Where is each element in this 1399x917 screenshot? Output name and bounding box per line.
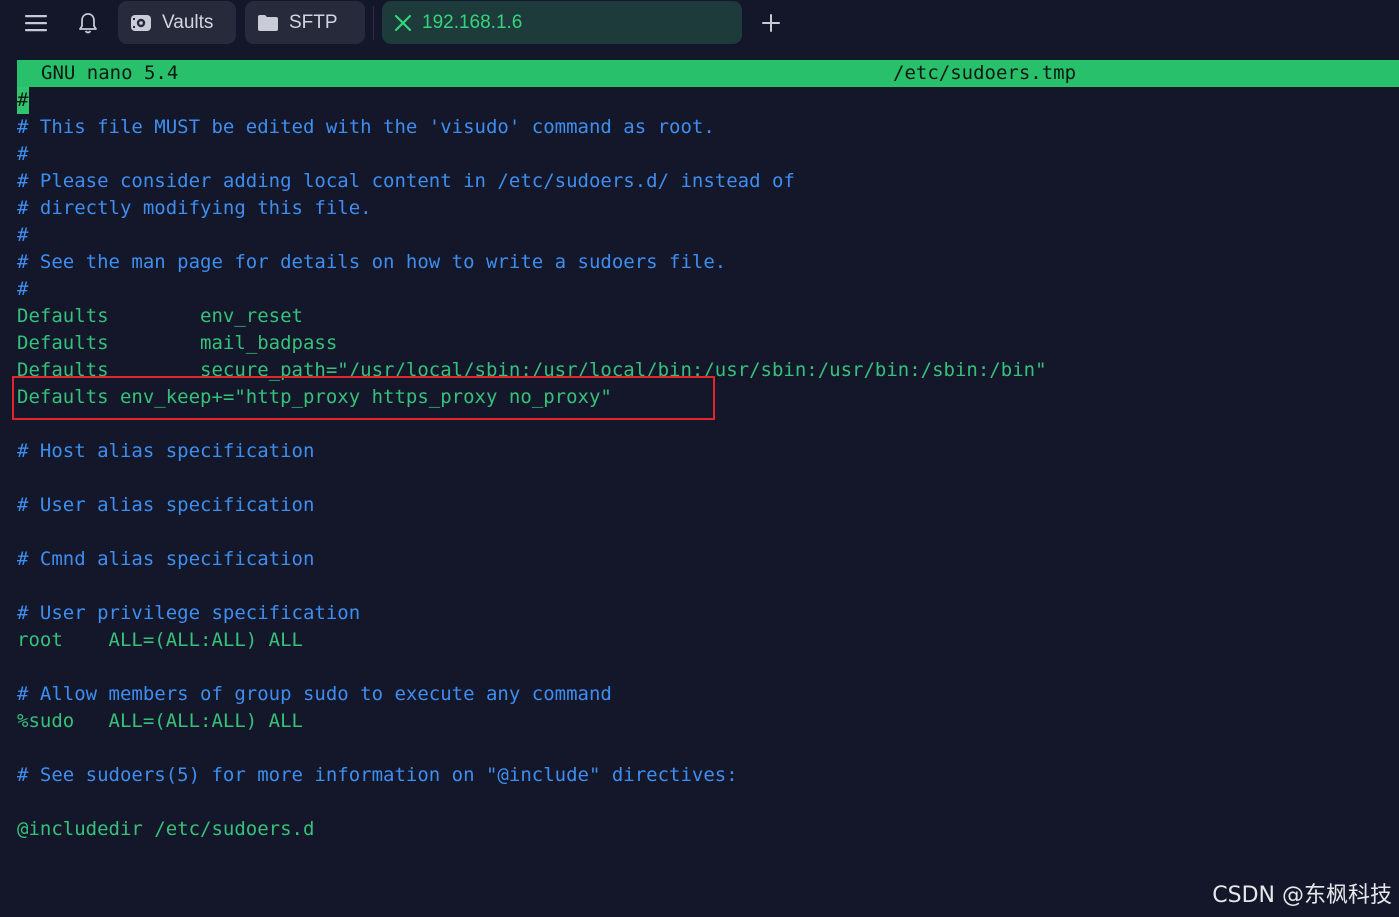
file-line: # User privilege specification — [17, 600, 1047, 627]
comment-text: # Cmnd alias specification — [17, 548, 315, 570]
nano-filename: /etc/sudoers.tmp — [893, 62, 1077, 84]
new-tab-button[interactable] — [756, 8, 786, 38]
file-line: root ALL=(ALL:ALL) ALL — [17, 627, 1047, 654]
close-icon[interactable] — [394, 14, 412, 32]
folder-icon — [257, 14, 279, 32]
comment-text: # — [17, 143, 29, 165]
file-line: # — [17, 141, 1047, 168]
file-line: # User alias specification — [17, 492, 1047, 519]
terminal-view[interactable]: GNU nano 5.4 /etc/sudoers.tmp # # This fi… — [0, 46, 1399, 917]
tab-host-session[interactable]: 192.168.1.6 — [382, 1, 742, 44]
watermark: CSDN @东枫科技 — [1212, 883, 1392, 908]
file-line — [17, 465, 1047, 492]
file-line: Defaults mail_badpass — [17, 330, 1047, 357]
tab-sftp[interactable]: SFTP — [245, 1, 365, 44]
config-text: Defaults secure_path="/usr/local/sbin:/u… — [17, 359, 1047, 381]
hamburger-icon — [25, 15, 47, 32]
comment-text: # User alias specification — [17, 494, 315, 516]
file-line: # — [17, 222, 1047, 249]
ssh-client-window: Vaults SFTP 192.168.1.6 GNU nano 5.4 /et… — [0, 0, 1399, 917]
tab-host-label: 192.168.1.6 — [422, 11, 523, 33]
tab-vaults-label: Vaults — [162, 11, 214, 33]
plus-icon — [762, 14, 780, 32]
comment-text: # This file MUST be edited with the 'vis… — [17, 116, 715, 138]
comment-text: # User privilege specification — [17, 602, 361, 624]
bell-icon — [79, 13, 97, 34]
file-line: # Allow members of group sudo to execute… — [17, 681, 1047, 708]
file-line — [17, 411, 1047, 438]
menu-button[interactable] — [20, 8, 52, 38]
tab-divider — [373, 6, 374, 40]
comment-text: # — [17, 224, 29, 246]
file-line: %sudo ALL=(ALL:ALL) ALL — [17, 708, 1047, 735]
file-line: Defaults secure_path="/usr/local/sbin:/u… — [17, 357, 1047, 384]
file-line: # directly modifying this file. — [17, 195, 1047, 222]
file-line: # See sudoers(5) for more information on… — [17, 762, 1047, 789]
file-line: Defaults env_keep+="http_proxy https_pro… — [17, 384, 1047, 411]
file-line — [17, 654, 1047, 681]
config-text: Defaults env_reset — [17, 305, 303, 327]
comment-text: # Host alias specification — [17, 440, 315, 462]
top-tab-bar: Vaults SFTP 192.168.1.6 — [0, 0, 1399, 46]
comment-text: # See sudoers(5) for more information on… — [17, 764, 738, 786]
file-line — [17, 789, 1047, 816]
config-text: Defaults env_keep+="http_proxy https_pro… — [17, 386, 612, 408]
text-cursor: # — [17, 87, 29, 114]
file-line — [17, 519, 1047, 546]
config-text: @includedir /etc/sudoers.d — [17, 818, 315, 840]
nano-version: GNU nano 5.4 — [41, 62, 179, 84]
file-line — [17, 735, 1047, 762]
comment-text: # Allow members of group sudo to execute… — [17, 683, 612, 705]
file-line: # This file MUST be edited with the 'vis… — [17, 114, 1047, 141]
comment-text: # — [17, 278, 29, 300]
file-line: # See the man page for details on how to… — [17, 249, 1047, 276]
file-content[interactable]: # # This file MUST be edited with the 'vi… — [17, 87, 1047, 843]
config-text: root ALL=(ALL:ALL) ALL — [17, 629, 303, 651]
file-line: # — [17, 87, 1047, 114]
file-line — [17, 573, 1047, 600]
file-line: @includedir /etc/sudoers.d — [17, 816, 1047, 843]
config-text: %sudo ALL=(ALL:ALL) ALL — [17, 710, 303, 732]
file-line: Defaults env_reset — [17, 303, 1047, 330]
comment-text: # directly modifying this file. — [17, 197, 372, 219]
tab-vaults[interactable]: Vaults — [118, 1, 236, 44]
notifications-button[interactable] — [72, 8, 104, 38]
file-line: # — [17, 276, 1047, 303]
nano-title-bar: GNU nano 5.4 /etc/sudoers.tmp — [17, 60, 1399, 87]
vault-icon — [130, 13, 152, 33]
comment-text: # Please consider adding local content i… — [17, 170, 795, 192]
tab-sftp-label: SFTP — [289, 11, 338, 33]
file-line: # Cmnd alias specification — [17, 546, 1047, 573]
file-line: # Host alias specification — [17, 438, 1047, 465]
config-text: Defaults mail_badpass — [17, 332, 338, 354]
comment-text: # See the man page for details on how to… — [17, 251, 727, 273]
file-line: # Please consider adding local content i… — [17, 168, 1047, 195]
